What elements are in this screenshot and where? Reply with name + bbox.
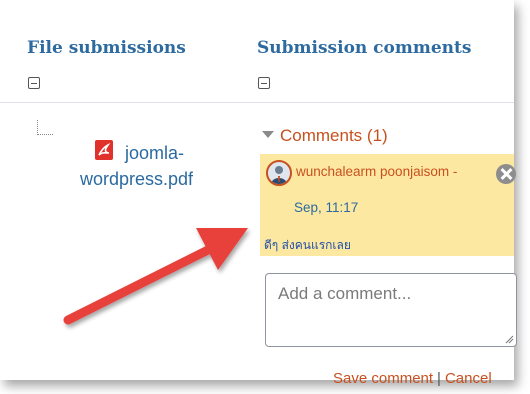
row-divider <box>0 102 514 103</box>
cancel-link[interactable]: Cancel <box>445 370 492 387</box>
collapse-submission-comments-button[interactable] <box>258 77 270 89</box>
comment-date: Sep, 11:17 <box>294 200 359 215</box>
comment-actions: Save comment | Cancel <box>333 370 492 387</box>
action-separator: | <box>437 370 441 387</box>
tree-guide-line <box>37 120 53 135</box>
comments-toggle-label: Comments (1) <box>280 126 388 145</box>
file-submissions-header: File submissions <box>27 38 186 58</box>
comment-text: ดีๆ ส่งคนแรกเลย <box>264 238 351 252</box>
chevron-down-icon <box>262 131 274 139</box>
save-comment-link[interactable]: Save comment <box>333 370 433 387</box>
submission-comments-header: Submission comments <box>257 38 472 58</box>
comments-toggle[interactable]: Comments (1) <box>262 126 388 146</box>
delete-comment-icon[interactable] <box>496 164 516 184</box>
file-name-part2: wordpress.pdf <box>80 169 194 189</box>
file-name-part1: joomla- <box>125 143 185 163</box>
comment-author[interactable]: wunchalearm poonjaisom - <box>296 164 457 179</box>
collapse-file-submissions-button[interactable] <box>28 77 40 89</box>
avatar <box>266 160 292 186</box>
resize-handle-icon[interactable] <box>504 334 514 344</box>
file-link[interactable]: joomla- wordpress.pdf <box>80 140 230 192</box>
add-comment-input[interactable] <box>265 273 517 347</box>
